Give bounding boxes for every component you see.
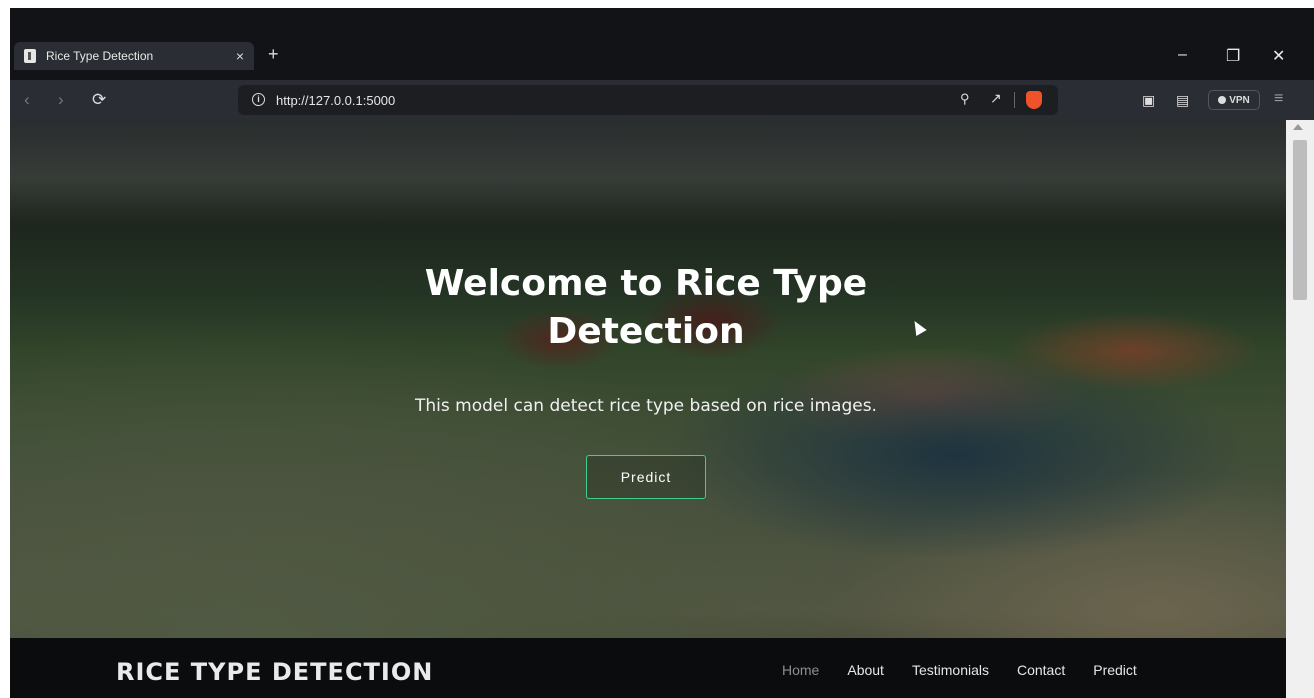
brave-shields-icon[interactable] [1026,91,1042,109]
close-window-button[interactable]: ✕ [1272,46,1285,66]
address-bar[interactable]: i http://127.0.0.1:5000 ⚲ ↗ [238,85,1058,115]
new-tab-button[interactable]: + [268,44,279,65]
site-info-icon[interactable]: i [252,93,265,106]
nav-link-home[interactable]: Home [782,662,819,678]
vpn-label: VPN [1229,94,1250,106]
browser-tab[interactable]: Rice Type Detection × [14,42,254,70]
back-button[interactable]: ‹ [24,90,30,110]
scrollbar-thumb[interactable] [1293,140,1307,300]
share-icon[interactable]: ↗ [990,90,1002,107]
tab-strip: Rice Type Detection × + – ❐ ✕ [10,8,1314,80]
zoom-icon[interactable]: ⚲ [960,91,970,107]
favicon-icon [24,49,36,63]
nav-link-predict[interactable]: Predict [1093,662,1137,678]
wallet-icon[interactable]: ▤ [1176,92,1189,109]
browser-window: Rice Type Detection × + – ❐ ✕ ‹ › ⟳ i ht… [10,8,1314,698]
nav-link-contact[interactable]: Contact [1017,662,1065,678]
predict-button[interactable]: Predict [586,455,706,499]
page-viewport: Welcome to Rice Type Detection This mode… [10,120,1286,698]
nav-link-testimonials[interactable]: Testimonials [912,662,989,678]
tab-title: Rice Type Detection [46,49,154,63]
tab-close-icon[interactable]: × [236,48,244,64]
nav-links: Home About Testimonials Contact Predict [782,662,1165,678]
url-text[interactable]: http://127.0.0.1:5000 [276,93,395,108]
reload-button[interactable]: ⟳ [92,90,106,110]
scrollbar[interactable] [1286,120,1314,698]
vpn-button[interactable]: VPN [1208,90,1260,110]
extensions-icon[interactable]: ▣ [1142,92,1155,109]
site-navbar: RICE TYPE DETECTION Home About Testimoni… [10,638,1286,698]
hero-subtitle: This model can detect rice type based on… [415,396,877,416]
menu-button[interactable]: ≡ [1274,90,1283,108]
vpn-icon [1218,96,1227,104]
scroll-up-icon[interactable] [1293,124,1303,130]
restore-button[interactable]: ❐ [1226,46,1240,66]
divider [1014,92,1015,108]
toolbar: ‹ › ⟳ i http://127.0.0.1:5000 ⚲ ↗ ▣ ▤ VP… [10,80,1314,120]
hero-title: Welcome to Rice Type Detection [424,263,868,352]
forward-button[interactable]: › [58,90,64,110]
minimize-button[interactable]: – [1178,46,1187,64]
nav-link-about[interactable]: About [847,662,884,678]
site-brand[interactable]: RICE TYPE DETECTION [116,658,433,686]
